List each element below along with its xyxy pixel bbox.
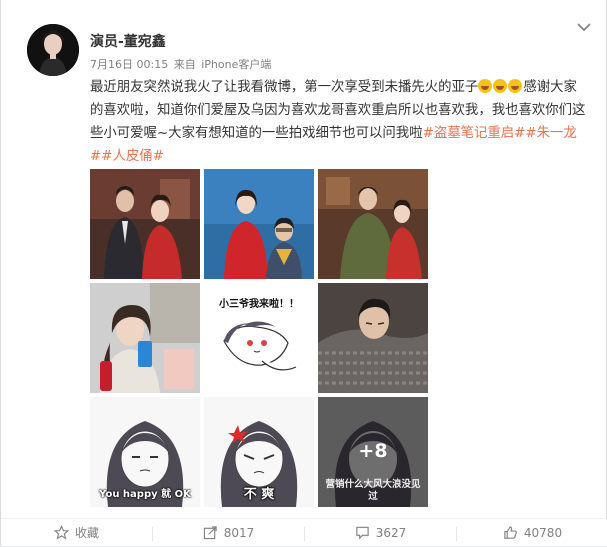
post-source[interactable]: iPhone客户端 [201, 58, 271, 71]
comment-count: 3627 [375, 526, 407, 540]
laugh-cry-emoji-icon [478, 79, 493, 93]
laugh-cry-emoji-icon [493, 79, 508, 93]
post-meta: 7月16日 00:15 来自 iPhone客户端 [90, 56, 273, 72]
like-button[interactable]: 40780 [457, 519, 607, 547]
image-photo-couple-red-room[interactable] [90, 169, 200, 279]
image-sticker-xiaosanye[interactable]: 小三爷我来啦！！ [204, 283, 314, 393]
action-bar: 收藏 8017 3627 40780 [1, 518, 607, 546]
sticker-caption: 不 爽 [243, 487, 275, 502]
favorite-label: 收藏 [74, 526, 99, 540]
more-images-badge[interactable]: +8 [318, 440, 428, 462]
topic-tag[interactable]: #盗墓笔记重启# [423, 126, 526, 141]
comment-button[interactable]: 3627 [305, 519, 456, 547]
thumbs-up-icon [504, 526, 517, 539]
favorite-button[interactable]: 收藏 [1, 519, 152, 547]
image-sticker-bu-shuang[interactable]: 不 爽 [204, 397, 314, 507]
image-grid: 小三爷我来啦！！ You happy 就 OK 不 爽 +8 营销什么大风大浪没… [90, 169, 428, 507]
sticker-caption: 营销什么大风大浪没见过 [325, 479, 421, 502]
post-username[interactable]: 演员-董宛鑫 [90, 31, 166, 51]
weibo-post-card: 演员-董宛鑫 7月16日 00:15 来自 iPhone客户端 最近朋友突然说我… [0, 0, 607, 546]
image-photo-blue-wall-selfie[interactable] [204, 169, 314, 279]
chevron-down-icon[interactable] [576, 21, 592, 33]
laugh-cry-emoji-icon [508, 79, 523, 93]
topic-tag[interactable]: #人皮俑# [101, 149, 164, 164]
post-text-part1: 最近朋友突然说我火了让我看微博，第一次享受到未播先火的亚子 [90, 80, 479, 95]
image-photo-green-jacket-couple[interactable] [318, 169, 428, 279]
share-count: 8017 [223, 526, 255, 540]
comment-icon [356, 526, 369, 540]
star-icon [53, 525, 69, 540]
image-photo-makeup-drink[interactable] [90, 283, 200, 393]
image-sticker-you-happy[interactable]: You happy 就 OK [90, 397, 200, 507]
like-count: 40780 [523, 526, 563, 540]
share-button[interactable]: 8017 [153, 519, 304, 547]
post-source-prefix: 来自 [173, 58, 196, 71]
sticker-caption: You happy 就 OK [99, 489, 191, 500]
post-text: 最近朋友突然说我火了让我看微博，第一次享受到未播先火的亚子 感谢大家的喜欢啦，知道… [90, 76, 590, 168]
post-date[interactable]: 7月16日 00:15 [90, 58, 168, 71]
avatar[interactable] [27, 24, 79, 76]
image-photo-sleeping-man[interactable] [318, 283, 428, 393]
share-icon [203, 526, 217, 540]
image-sticker-more[interactable]: +8 营销什么大风大浪没见过 [318, 397, 428, 507]
